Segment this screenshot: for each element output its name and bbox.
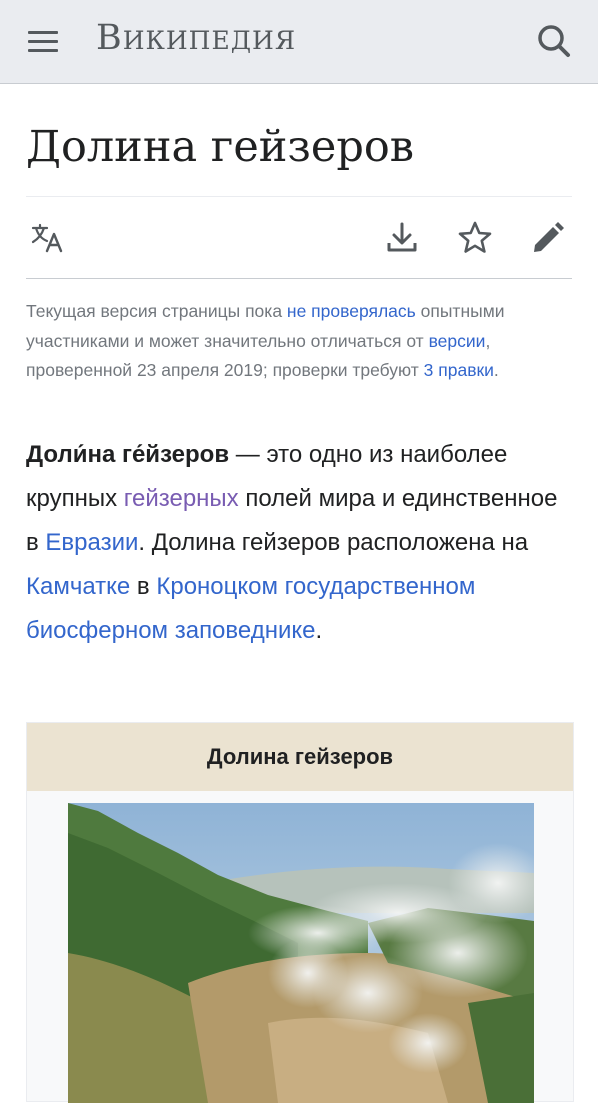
infobox-title: Долина гейзеров xyxy=(27,723,573,791)
unreviewed-link[interactable]: не проверялась xyxy=(287,301,416,321)
edits-link[interactable]: 3 правки xyxy=(424,360,494,380)
wikipedia-logo[interactable]: Википедия xyxy=(96,18,296,58)
title-divider xyxy=(26,196,572,197)
notice-text: . xyxy=(493,360,499,380)
translate-icon[interactable] xyxy=(30,220,66,256)
actions-divider xyxy=(26,278,572,279)
lead-text: . Долина гейзеров расположена на xyxy=(138,529,529,556)
lead-text: . xyxy=(315,617,323,644)
article-subject: Доли́на ге́йзеров xyxy=(26,441,230,468)
version-link[interactable]: версии xyxy=(429,331,486,351)
star-icon[interactable] xyxy=(457,220,493,256)
kamchatka-link[interactable]: Камчатке xyxy=(26,573,130,600)
page-title: Долина гейзеров xyxy=(26,122,414,172)
download-icon[interactable] xyxy=(384,220,420,256)
valley-with-geysers-photo[interactable] xyxy=(68,803,534,1103)
notice-text: Текущая версия страницы пока xyxy=(26,301,287,321)
page-actions-bar xyxy=(26,214,572,264)
app-header: Википедия xyxy=(0,0,598,84)
revision-notice: Текущая версия страницы пока не проверял… xyxy=(26,297,572,386)
hamburger-menu-icon[interactable] xyxy=(24,22,64,62)
infobox: Долина гейзеров xyxy=(26,722,574,1103)
search-icon[interactable] xyxy=(532,20,576,64)
geyser-link[interactable]: гейзерных xyxy=(124,485,239,512)
pencil-icon[interactable] xyxy=(530,220,566,256)
lead-text: в xyxy=(130,573,157,600)
eurasia-link[interactable]: Евразии xyxy=(45,529,138,556)
lead-paragraph: Доли́на ге́йзеров — это одно из наиболее… xyxy=(26,433,574,653)
